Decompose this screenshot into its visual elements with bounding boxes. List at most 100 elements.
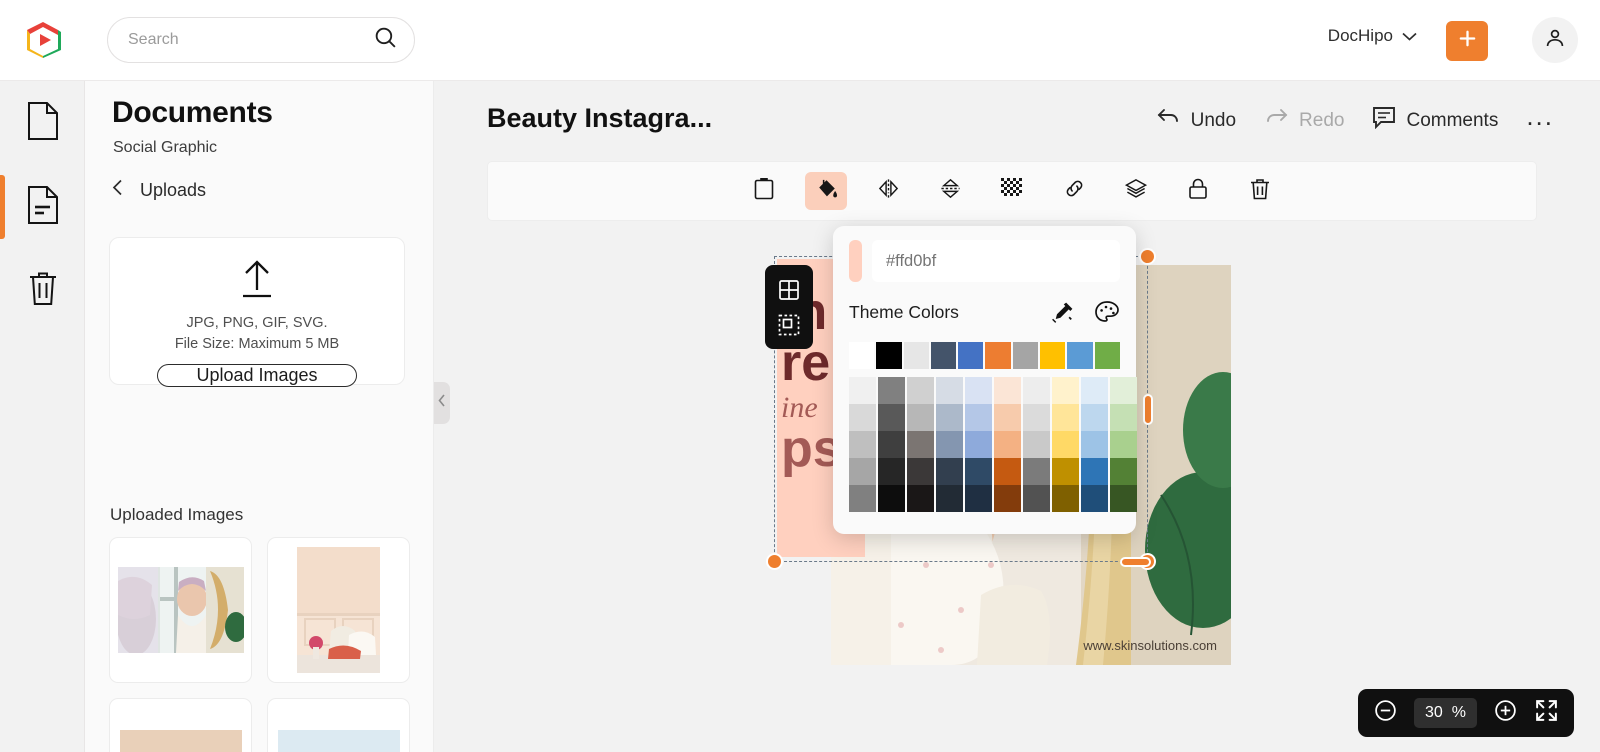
sidebar-item-templates[interactable] bbox=[0, 81, 85, 165]
create-new-button[interactable] bbox=[1446, 21, 1488, 61]
search-icon[interactable] bbox=[373, 25, 398, 55]
flip-vertical-button[interactable] bbox=[929, 172, 971, 210]
theme-shade-swatch-5-0[interactable] bbox=[994, 377, 1021, 404]
theme-shade-swatch-5-1[interactable] bbox=[994, 404, 1021, 431]
flip-horizontal-button[interactable] bbox=[867, 172, 909, 210]
theme-shade-swatch-7-4[interactable] bbox=[1052, 485, 1079, 512]
search-input[interactable] bbox=[128, 31, 373, 49]
theme-shade-swatch-1-3[interactable] bbox=[878, 458, 905, 485]
palette-icon[interactable] bbox=[1094, 300, 1120, 325]
theme-shade-swatch-3-2[interactable] bbox=[936, 431, 963, 458]
theme-shade-swatch-7-2[interactable] bbox=[1052, 431, 1079, 458]
theme-shade-swatch-6-3[interactable] bbox=[1023, 458, 1050, 485]
theme-shade-swatch-8-2[interactable] bbox=[1081, 431, 1108, 458]
theme-shade-swatch-8-1[interactable] bbox=[1081, 404, 1108, 431]
theme-shade-swatch-7-1[interactable] bbox=[1052, 404, 1079, 431]
lock-button[interactable] bbox=[1177, 172, 1219, 210]
theme-shade-swatch-6-1[interactable] bbox=[1023, 404, 1050, 431]
sidebar-item-my-documents[interactable] bbox=[0, 165, 85, 249]
comments-button[interactable]: Comments bbox=[1372, 106, 1498, 135]
theme-shade-swatch-5-4[interactable] bbox=[994, 485, 1021, 512]
theme-shade-swatch-0-1[interactable] bbox=[849, 404, 876, 431]
theme-shade-swatch-6-4[interactable] bbox=[1023, 485, 1050, 512]
theme-shade-swatch-9-0[interactable] bbox=[1110, 377, 1137, 404]
theme-shade-swatch-2-0[interactable] bbox=[907, 377, 934, 404]
theme-base-swatch-9[interactable] bbox=[1094, 342, 1120, 369]
theme-shade-swatch-7-3[interactable] bbox=[1052, 458, 1079, 485]
theme-shade-swatch-1-0[interactable] bbox=[878, 377, 905, 404]
resize-handle-right-middle[interactable] bbox=[1143, 394, 1153, 425]
theme-base-swatch-8[interactable] bbox=[1067, 342, 1093, 369]
redo-button[interactable]: Redo bbox=[1264, 107, 1344, 135]
sidebar-item-trash[interactable] bbox=[0, 249, 85, 333]
undo-button[interactable]: Undo bbox=[1156, 107, 1236, 135]
zoom-in-button[interactable] bbox=[1493, 698, 1518, 728]
theme-base-swatch-6[interactable] bbox=[1012, 342, 1039, 369]
theme-base-swatch-1[interactable] bbox=[876, 342, 902, 369]
theme-shade-swatch-4-0[interactable] bbox=[965, 377, 992, 404]
document-title[interactable]: Beauty Instagra... bbox=[487, 103, 712, 134]
zoom-out-button[interactable] bbox=[1373, 698, 1398, 728]
transparency-button[interactable] bbox=[991, 172, 1033, 210]
uploads-back-button[interactable]: Uploads bbox=[112, 179, 206, 201]
link-button[interactable] bbox=[1053, 172, 1095, 210]
theme-shade-swatch-3-3[interactable] bbox=[936, 458, 963, 485]
theme-shade-swatch-1-2[interactable] bbox=[878, 431, 905, 458]
theme-shade-swatch-2-4[interactable] bbox=[907, 485, 934, 512]
theme-shade-swatch-4-1[interactable] bbox=[965, 404, 992, 431]
resize-handle-bottom-middle[interactable] bbox=[1120, 557, 1151, 567]
hex-color-input[interactable] bbox=[872, 240, 1120, 282]
thumbnail-bedroom-pillows-pink[interactable] bbox=[267, 537, 410, 683]
theme-shade-swatch-7-0[interactable] bbox=[1052, 377, 1079, 404]
theme-shade-swatch-0-2[interactable] bbox=[849, 431, 876, 458]
theme-base-swatch-2[interactable] bbox=[903, 342, 929, 369]
thumbnail-woman-mirror-skincare[interactable] bbox=[109, 537, 252, 683]
current-color-swatch[interactable] bbox=[849, 240, 862, 282]
theme-shade-swatch-8-0[interactable] bbox=[1081, 377, 1108, 404]
theme-shade-swatch-2-3[interactable] bbox=[907, 458, 934, 485]
more-options-button[interactable]: ... bbox=[1526, 103, 1554, 130]
theme-base-swatch-4[interactable] bbox=[958, 342, 984, 369]
theme-shade-swatch-0-4[interactable] bbox=[849, 485, 876, 512]
zoom-level[interactable]: 30 % bbox=[1413, 698, 1478, 728]
layers-button[interactable] bbox=[1115, 172, 1157, 210]
theme-shade-swatch-1-1[interactable] bbox=[878, 404, 905, 431]
theme-shade-swatch-8-3[interactable] bbox=[1081, 458, 1108, 485]
theme-shade-swatch-1-4[interactable] bbox=[878, 485, 905, 512]
theme-base-swatch-7[interactable] bbox=[1040, 342, 1066, 369]
theme-shade-swatch-5-3[interactable] bbox=[994, 458, 1021, 485]
dashed-crop-icon[interactable] bbox=[778, 314, 800, 336]
duplicate-button[interactable] bbox=[743, 172, 785, 210]
delete-button[interactable] bbox=[1239, 172, 1281, 210]
search-box[interactable] bbox=[107, 17, 415, 63]
thumbnail-light-blue-sky[interactable] bbox=[267, 698, 410, 752]
theme-shade-swatch-9-3[interactable] bbox=[1110, 458, 1137, 485]
avatar[interactable] bbox=[1532, 17, 1578, 63]
theme-shade-swatch-2-2[interactable] bbox=[907, 431, 934, 458]
resize-handle-top-right[interactable] bbox=[1139, 248, 1156, 265]
theme-shade-swatch-2-1[interactable] bbox=[907, 404, 934, 431]
organization-selector[interactable]: DocHipo bbox=[1328, 26, 1417, 46]
grid-four-squares-icon[interactable] bbox=[778, 279, 800, 301]
theme-shade-swatch-3-4[interactable] bbox=[936, 485, 963, 512]
theme-shade-swatch-6-0[interactable] bbox=[1023, 377, 1050, 404]
theme-base-swatch-3[interactable] bbox=[930, 342, 957, 369]
theme-shade-swatch-9-2[interactable] bbox=[1110, 431, 1137, 458]
panel-collapse-handle[interactable] bbox=[434, 382, 450, 424]
theme-base-swatch-5[interactable] bbox=[985, 342, 1011, 369]
upload-images-button[interactable]: Upload Images bbox=[157, 364, 357, 388]
color-picker-icon[interactable] bbox=[1050, 300, 1075, 325]
theme-shade-swatch-3-0[interactable] bbox=[936, 377, 963, 404]
theme-shade-swatch-9-4[interactable] bbox=[1110, 485, 1137, 512]
dochipo-hexagon-logo[interactable] bbox=[22, 19, 64, 61]
theme-shade-swatch-8-4[interactable] bbox=[1081, 485, 1108, 512]
theme-shade-swatch-6-2[interactable] bbox=[1023, 431, 1050, 458]
theme-shade-swatch-4-3[interactable] bbox=[965, 458, 992, 485]
theme-shade-swatch-4-4[interactable] bbox=[965, 485, 992, 512]
resize-handle-bottom-left[interactable] bbox=[766, 553, 783, 570]
fullscreen-button[interactable] bbox=[1534, 698, 1559, 728]
theme-shade-swatch-9-1[interactable] bbox=[1110, 404, 1137, 431]
theme-shade-swatch-0-0[interactable] bbox=[849, 377, 876, 404]
theme-shade-swatch-3-1[interactable] bbox=[936, 404, 963, 431]
upload-dropzone[interactable]: JPG, PNG, GIF, SVG. File Size: Maximum 5… bbox=[109, 237, 405, 388]
